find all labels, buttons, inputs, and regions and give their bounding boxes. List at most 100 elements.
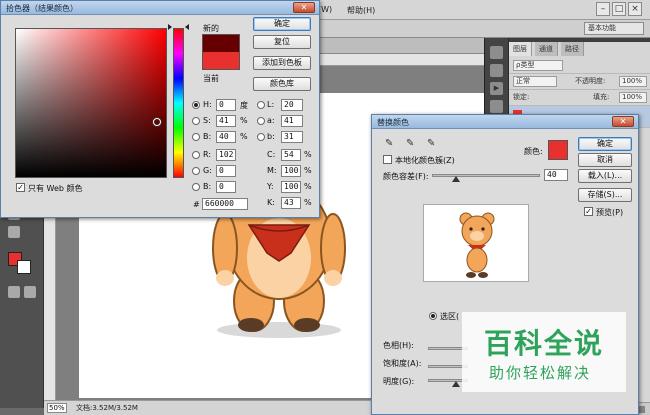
lab-b-field[interactable]: 31 [281, 131, 303, 143]
color-label: 颜色: [524, 147, 543, 156]
selection-radio[interactable] [429, 312, 437, 320]
fuzziness-slider-knob[interactable] [452, 176, 460, 182]
fill-label: 填充: [593, 93, 610, 101]
color-libraries-button[interactable]: 颜色库 [253, 77, 311, 91]
hue-slider-arrow-right[interactable] [185, 24, 189, 30]
saturation-field[interactable]: 41 [216, 115, 236, 127]
saturation-brightness-field[interactable] [15, 28, 167, 178]
opacity-field[interactable]: 100% [619, 76, 647, 87]
fuzziness-slider[interactable] [432, 174, 540, 177]
history-panel-icon[interactable] [490, 46, 503, 59]
ok-button[interactable]: 确定 [253, 17, 311, 31]
lab-l-field[interactable]: 20 [281, 99, 303, 111]
red-field[interactable]: 102 [216, 149, 236, 161]
opacity-label: 不透明度: [575, 77, 606, 85]
hue-slider[interactable] [173, 28, 184, 178]
red-radio[interactable] [192, 151, 200, 159]
eyedropper-plus-icon[interactable]: ✎ [406, 139, 416, 149]
lightness-radio[interactable] [257, 101, 265, 109]
blue-label: B: [203, 182, 212, 191]
current-color-swatch[interactable] [202, 52, 240, 70]
layer-blend-row: 正常 不透明度: 100% [509, 74, 650, 90]
add-to-swatches-button[interactable]: 添加到色板 [253, 56, 311, 70]
lightness-label: 明度(G): [383, 377, 415, 386]
menu-help[interactable]: 帮助(H) [347, 5, 375, 16]
current-color-label: 当前 [203, 74, 219, 83]
localized-clusters-checkbox[interactable] [383, 155, 392, 164]
ok-button[interactable]: 确定 [578, 137, 632, 151]
brightness-field[interactable]: 40 [216, 131, 236, 143]
lab-a-field[interactable]: 41 [281, 115, 303, 127]
lab-a-radio[interactable] [257, 117, 265, 125]
hex-field[interactable]: 660000 [202, 198, 248, 210]
yellow-field[interactable]: 100 [281, 181, 301, 193]
green-radio[interactable] [192, 167, 200, 175]
selection-label: 选区( [440, 312, 460, 321]
brightness-radio[interactable] [192, 133, 200, 141]
color-picker-dialog: 拾色器（结果颜色） ✕ 新的 当前 确定 复位 添加到色板 颜色库 H: 0 度… [0, 0, 320, 218]
saturation-radio[interactable] [192, 117, 200, 125]
lab-l-label: L: [267, 100, 275, 109]
info-panel-icon[interactable] [490, 64, 503, 77]
save-button[interactable]: 存储(S)... [578, 188, 632, 202]
brightness-unit: % [240, 132, 248, 141]
actions-play-icon[interactable]: ▶ [490, 82, 503, 95]
hue-radio[interactable] [192, 101, 200, 109]
saturation-label: S: [203, 116, 211, 125]
maximize-button[interactable]: □ [612, 2, 626, 16]
tab-channels[interactable]: 通道 [535, 42, 558, 56]
cyan-field[interactable]: 54 [281, 149, 301, 161]
localized-clusters-label: 本地化颜色簇(Z) [395, 156, 455, 165]
green-field[interactable]: 0 [216, 165, 236, 177]
load-button[interactable]: 载入(L)... [578, 169, 632, 183]
close-icon[interactable]: ✕ [293, 2, 315, 13]
lightness-slider-knob[interactable] [452, 381, 460, 387]
preview-checkbox[interactable]: ✓ [584, 207, 593, 216]
workspace-preset-select[interactable]: 基本功能 [584, 22, 644, 35]
black-unit: % [304, 198, 312, 207]
blue-radio[interactable] [192, 183, 200, 191]
magenta-label: M: [267, 166, 277, 175]
close-app-button[interactable]: × [628, 2, 642, 16]
eyedropper-icon[interactable]: ✎ [385, 139, 395, 149]
adjust-panel-icon[interactable] [490, 100, 503, 113]
hue-slider-arrow-left[interactable] [168, 24, 172, 30]
fuzziness-field[interactable]: 40 [544, 169, 568, 181]
layer-filter-row: ρ类型 [509, 58, 650, 74]
bear-thumbnail [459, 212, 495, 278]
lab-b-radio[interactable] [257, 133, 265, 141]
minimize-button[interactable]: – [596, 2, 610, 16]
selection-preview [423, 204, 529, 282]
zoom-field[interactable]: 50% [47, 403, 67, 413]
close-icon[interactable]: ✕ [612, 116, 634, 127]
preview-label: 预览(P) [596, 208, 624, 217]
web-colors-only-checkbox[interactable]: ✓ [16, 183, 25, 192]
selected-color-swatch[interactable] [548, 140, 568, 160]
lab-a-label: a: [267, 116, 275, 125]
magenta-field[interactable]: 100 [281, 165, 301, 177]
fuzziness-label: 颜色容差(F): [383, 172, 429, 181]
background-color-swatch[interactable] [17, 260, 31, 274]
text-tool-icon[interactable] [8, 226, 20, 238]
tab-layers[interactable]: 图层 [509, 42, 532, 56]
blend-mode-select[interactable]: 正常 [513, 76, 557, 87]
color-picker-cursor[interactable] [153, 118, 161, 126]
menu-window[interactable]: (W) [318, 5, 332, 14]
hue-field[interactable]: 0 [216, 99, 236, 111]
quick-mask-icon[interactable] [8, 286, 20, 298]
cancel-button[interactable]: 取消 [578, 153, 632, 167]
black-field[interactable]: 43 [281, 197, 301, 209]
layer-kind-select[interactable]: ρ类型 [513, 60, 563, 71]
lock-label: 锁定: [513, 93, 530, 101]
blue-field[interactable]: 0 [216, 181, 236, 193]
black-label: K: [267, 198, 275, 207]
tab-paths[interactable]: 路径 [561, 42, 584, 56]
lab-b-label: b: [267, 132, 275, 141]
dialog-title: 替换颜色 [377, 118, 409, 127]
fill-field[interactable]: 100% [619, 92, 647, 103]
eyedropper-minus-icon[interactable]: ✎ [427, 139, 437, 149]
screen-mode-icon[interactable] [24, 286, 36, 298]
reset-button[interactable]: 复位 [253, 35, 311, 49]
yellow-label: Y: [267, 182, 274, 191]
brightness-label: B: [203, 132, 212, 141]
